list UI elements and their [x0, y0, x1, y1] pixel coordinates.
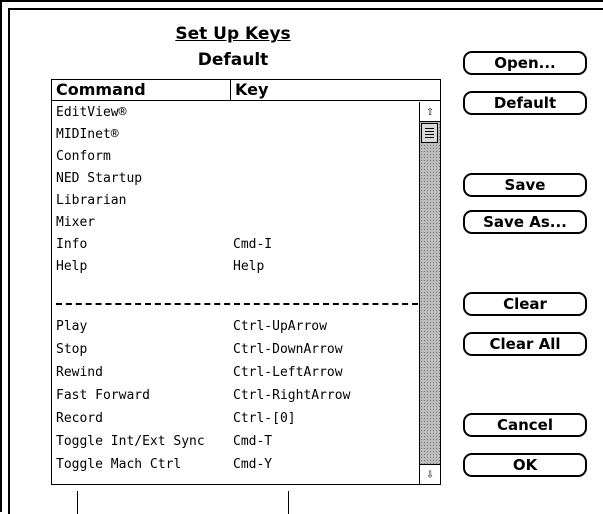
- command-cell: Record: [56, 411, 103, 426]
- table-header: Command Key: [52, 80, 440, 101]
- command-cell: MIDInet®: [56, 127, 119, 142]
- command-cell: EditView®: [56, 105, 127, 120]
- key-cell: Ctrl-DownArrow: [233, 342, 343, 357]
- save-button[interactable]: Save: [463, 173, 587, 197]
- dialog-frame-left: [8, 8, 10, 514]
- table-row[interactable]: Librarian: [52, 190, 419, 212]
- clear-all-button[interactable]: Clear All: [463, 332, 587, 356]
- key-cell: Cmd-T: [233, 434, 273, 449]
- key-cell: Ctrl-RightArrow: [233, 388, 351, 403]
- ok-button[interactable]: OK: [463, 453, 587, 477]
- set-up-keys-dialog: Set Up Keys Default Command Key EditView…: [0, 0, 603, 514]
- command-cell: Info: [56, 237, 88, 252]
- default-button[interactable]: Default: [463, 91, 587, 115]
- table-row[interactable]: Play Ctrl-UpArrow: [52, 316, 419, 338]
- key-cell: Help: [233, 259, 265, 274]
- command-cell: Conform: [56, 149, 111, 164]
- command-cell: Stop: [56, 342, 88, 357]
- command-column-guide: [77, 491, 78, 514]
- cancel-button[interactable]: Cancel: [463, 413, 587, 437]
- column-divider: [230, 80, 231, 100]
- command-cell: NED Startup: [56, 171, 143, 186]
- command-cell: Fast Forward: [56, 388, 150, 403]
- down-arrow-icon[interactable]: ⇩: [420, 464, 440, 484]
- table-row[interactable]: Info Cmd-I: [52, 234, 419, 256]
- clear-button[interactable]: Clear: [463, 292, 587, 316]
- open-button[interactable]: Open...: [463, 51, 587, 75]
- command-list[interactable]: EditView® MIDInet® Conform NED Startup L…: [52, 102, 419, 484]
- command-cell: Rewind: [56, 365, 103, 380]
- table-row[interactable]: NED Startup: [52, 168, 419, 190]
- table-row[interactable]: MIDInet®: [52, 124, 419, 146]
- table-row[interactable]: Stop Ctrl-DownArrow: [52, 339, 419, 361]
- command-cell: Toggle Mach Ctrl: [56, 457, 182, 472]
- key-cell: Ctrl-[0]: [233, 411, 296, 426]
- vertical-scrollbar[interactable]: ⇧ ⇩: [419, 102, 440, 484]
- save-as-button[interactable]: Save As...: [463, 210, 587, 234]
- up-arrow-icon[interactable]: ⇧: [420, 102, 440, 122]
- command-cell: Librarian: [56, 193, 127, 208]
- table-row[interactable]: EditView®: [52, 102, 419, 124]
- scroll-thumb[interactable]: [421, 123, 438, 143]
- command-cell: Help: [56, 259, 88, 274]
- column-header-command: Command: [56, 80, 146, 99]
- table-row[interactable]: Mixer: [52, 212, 419, 234]
- key-cell: Ctrl-LeftArrow: [233, 365, 343, 380]
- command-cell: Toggle Int/Ext Sync: [56, 434, 205, 449]
- table-row[interactable]: Rewind Ctrl-LeftArrow: [52, 362, 419, 384]
- key-set-name: Default: [197, 50, 269, 70]
- key-cell: Cmd-I: [233, 237, 273, 252]
- table-row[interactable]: Conform: [52, 146, 419, 168]
- dialog-title: Set Up Keys: [175, 24, 291, 44]
- command-cell: Mixer: [56, 215, 96, 230]
- dialog-frame-top: [8, 8, 603, 10]
- key-cell: Ctrl-UpArrow: [233, 319, 327, 334]
- key-assignment-table: Command Key EditView® MIDInet® Conform N…: [51, 79, 441, 485]
- table-row[interactable]: Record Ctrl-[0]: [52, 408, 419, 430]
- column-header-key: Key: [235, 80, 269, 99]
- table-row[interactable]: Fast Forward Ctrl-RightArrow: [52, 385, 419, 407]
- table-row[interactable]: Toggle Int/Ext Sync Cmd-T: [52, 431, 419, 453]
- table-row[interactable]: Toggle Mach Ctrl Cmd-Y: [52, 454, 419, 476]
- command-cell: Play: [56, 319, 88, 334]
- key-cell: Cmd-Y: [233, 457, 273, 472]
- key-column-guide: [288, 491, 289, 514]
- list-separator: [56, 303, 418, 305]
- table-row[interactable]: Help Help: [52, 256, 419, 278]
